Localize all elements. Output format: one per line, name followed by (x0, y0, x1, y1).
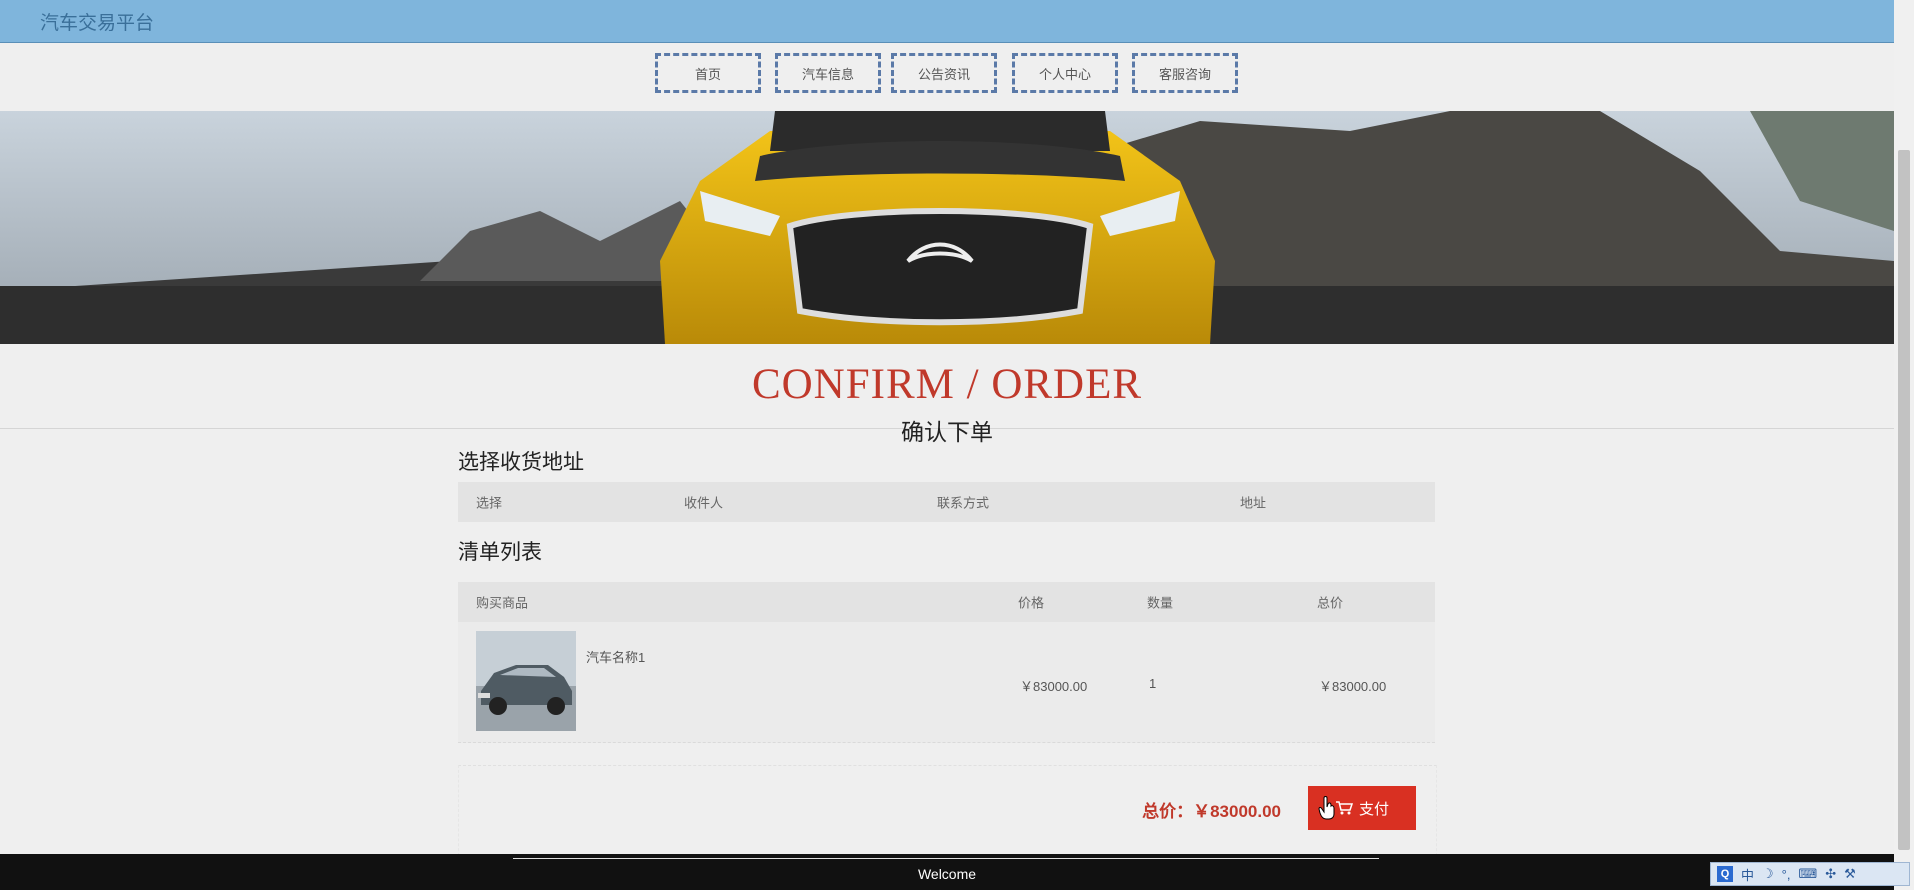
product-thumbnail[interactable] (476, 631, 576, 731)
cart-table-header: 购买商品 价格 数量 总价 (458, 582, 1435, 622)
cart-col-total: 总价 (1317, 595, 1344, 611)
address-section-title: 选择收货地址 (458, 451, 584, 474)
product-name[interactable]: 汽车名称1 (586, 647, 645, 666)
address-table-header: 选择 收件人 联系方式 地址 (458, 482, 1435, 522)
heading-cn: 确认下单 (901, 419, 993, 445)
app-title: 汽车交易平台 (40, 13, 155, 34)
ime-toolbar[interactable]: Q 中 ☽ °, ⌨ ✣ ⚒ (1710, 862, 1910, 886)
footer-text: Welcome (917, 866, 977, 882)
scrollbar-thumb[interactable] (1898, 150, 1910, 850)
product-price: ￥83000.00 (1020, 679, 1088, 694)
address-col-recipient: 收件人 (684, 495, 724, 511)
order-summary: 总价：￥83000.00 支付 (458, 765, 1437, 856)
table-row: 汽车名称1 ￥83000.00 1 ￥83000.00 (458, 622, 1435, 743)
product-qty: 1 (1149, 676, 1157, 691)
address-col-contact: 联系方式 (937, 495, 990, 511)
nav-item-support[interactable]: 客服咨询 (1132, 53, 1238, 93)
order-total: 总价：￥83000.00 (1142, 802, 1281, 821)
cart-icon (1335, 801, 1353, 815)
ime-logo-icon[interactable]: Q (1717, 866, 1733, 882)
footer-divider (513, 858, 1379, 859)
nav-item-home[interactable]: 首页 (655, 53, 761, 93)
tools-icon[interactable]: ✣ (1825, 866, 1836, 882)
cart-section-title: 清单列表 (458, 541, 542, 564)
keyboard-icon[interactable]: ⌨ (1798, 866, 1817, 882)
punctuation-icon[interactable]: °, (1782, 867, 1791, 882)
cart-col-price: 价格 (1018, 595, 1045, 611)
product-total: ￥83000.00 (1319, 679, 1387, 694)
vertical-scrollbar[interactable] (1894, 0, 1914, 890)
footer: Welcome (0, 854, 1894, 890)
address-col-address: 地址 (1240, 495, 1267, 511)
hand-cursor-icon (1318, 796, 1335, 820)
nav-item-news[interactable]: 公告资讯 (891, 53, 997, 93)
nav-item-cars[interactable]: 汽车信息 (775, 53, 881, 93)
main-nav: 首页 汽车信息 公告资讯 个人中心 客服咨询 (0, 53, 1894, 99)
moon-icon[interactable]: ☽ (1762, 866, 1774, 882)
cart-col-qty: 数量 (1147, 595, 1174, 611)
address-col-select: 选择 (476, 495, 503, 511)
hero-banner (0, 111, 1894, 344)
nav-item-profile[interactable]: 个人中心 (1012, 53, 1118, 93)
car-banner-image (0, 111, 1894, 344)
ime-mode[interactable]: 中 (1741, 865, 1754, 884)
pay-button-label: 支付 (1358, 800, 1389, 818)
heading-en: CONFIRM / ORDER (751, 361, 1143, 408)
top-bar: 汽车交易平台 (0, 0, 1894, 43)
wrench-icon[interactable]: ⚒ (1844, 866, 1856, 882)
cart-col-product: 购买商品 (476, 595, 529, 611)
